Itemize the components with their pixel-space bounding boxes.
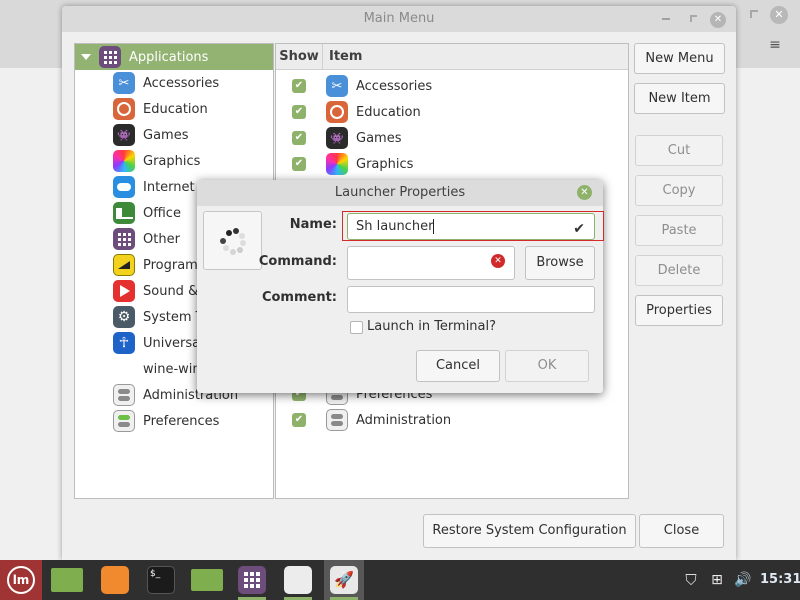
toggle-switches-icon <box>326 409 348 431</box>
table-header: Show Item <box>276 44 628 70</box>
grid-icon <box>113 228 135 250</box>
copy-button[interactable]: Copy <box>635 175 723 206</box>
dialog-titlebar[interactable]: Launcher Properties <box>197 180 603 206</box>
launch-in-terminal-checkbox[interactable] <box>350 321 363 334</box>
launcher-properties-taskbar-item[interactable]: 🚀 <box>324 560 364 600</box>
column-header-item[interactable]: Item <box>329 44 362 70</box>
window-titlebar[interactable]: Main Menu <box>62 6 736 32</box>
cloud-icon <box>113 176 135 198</box>
tree-item[interactable]: Graphics <box>75 148 273 174</box>
launcher-icon-button[interactable] <box>203 211 262 270</box>
ok-button[interactable]: OK <box>505 350 589 382</box>
table-row[interactable]: ✔ Education <box>276 99 628 125</box>
ruler-icon <box>113 254 135 276</box>
terminal-icon: $_ <box>147 566 175 594</box>
blank-icon <box>113 358 135 380</box>
dialog-close-button[interactable]: ✕ <box>577 185 592 200</box>
close-window-button[interactable]: ✕ <box>710 12 726 28</box>
rocket-icon: 🚀 <box>330 566 358 594</box>
cancel-button[interactable]: Cancel <box>416 350 500 382</box>
play-icon <box>113 280 135 302</box>
name-label: Name: <box>289 217 337 232</box>
gear-icon: ⚙ <box>113 306 135 328</box>
invader-icon: 👾 <box>326 127 348 149</box>
education-icon <box>326 101 348 123</box>
tree-item-applications[interactable]: Applications <box>75 44 273 70</box>
close-button[interactable]: Close <box>639 514 724 548</box>
expander-arrow-icon[interactable] <box>81 54 91 60</box>
clock[interactable]: 15:31 <box>760 572 800 587</box>
tree-item[interactable]: 👾 Games <box>75 122 273 148</box>
taskbar: lm $_ 🚀 ⛉ ⊞ 🔊 <box>0 560 800 600</box>
document-icon <box>113 202 135 224</box>
terminal-launcher[interactable]: $_ <box>144 560 178 600</box>
restore-system-configuration-button[interactable]: Restore System Configuration <box>423 514 636 548</box>
column-header-show[interactable]: Show <box>276 44 323 70</box>
tree-item[interactable]: ✂ Accessories <box>75 70 273 96</box>
delete-button[interactable]: Delete <box>635 255 723 286</box>
network-icon[interactable]: ⊞ <box>708 560 726 600</box>
education-icon <box>113 98 135 120</box>
main-menu-taskbar-item[interactable] <box>232 560 272 600</box>
firefox-launcher[interactable] <box>98 560 132 600</box>
notes-taskbar-item[interactable] <box>278 560 318 600</box>
tree-item[interactable]: Preferences <box>75 408 273 434</box>
scissors-icon: ✂ <box>113 72 135 94</box>
launcher-properties-dialog: Launcher Properties ✕ Name: Sh launcher … <box>197 180 604 393</box>
applications-grid-icon <box>238 566 266 594</box>
error-icon: ✕ <box>491 254 505 268</box>
tree-item[interactable]: Education <box>75 96 273 122</box>
command-field[interactable]: ✕ <box>347 246 515 280</box>
comment-label: Comment: <box>261 290 337 305</box>
comment-field[interactable] <box>347 286 595 313</box>
toggle-switches-green-icon <box>113 410 135 432</box>
update-manager-shield-icon[interactable]: ⛉ <box>682 560 700 600</box>
show-checkbox[interactable]: ✔ <box>292 79 306 93</box>
volume-icon[interactable]: 🔊 <box>734 560 752 600</box>
invader-icon: 👾 <box>113 124 135 146</box>
launch-in-terminal-label[interactable]: Launch in Terminal? <box>367 319 496 334</box>
desktop-icon <box>51 568 83 592</box>
minimize-button[interactable] <box>662 18 670 20</box>
show-checkbox[interactable]: ✔ <box>292 413 306 427</box>
folder-icon <box>191 569 223 591</box>
window-title: Main Menu <box>363 11 435 26</box>
applications-grid-icon <box>99 46 121 68</box>
scissors-icon: ✂ <box>326 75 348 97</box>
table-row[interactable]: ✔ ✂ Accessories <box>276 73 628 99</box>
show-desktop-button[interactable] <box>50 560 84 600</box>
background-close-button[interactable]: ✕ <box>770 6 788 24</box>
list-icon <box>284 566 312 594</box>
browse-button[interactable]: Browse <box>525 246 595 280</box>
properties-button[interactable]: Properties <box>635 295 723 326</box>
maximize-button[interactable] <box>690 15 697 22</box>
color-gradient-icon <box>113 150 135 172</box>
command-label: Command: <box>258 254 337 269</box>
cut-button[interactable]: Cut <box>635 135 723 166</box>
start-menu-button[interactable]: lm <box>0 560 42 600</box>
table-row[interactable]: ✔ Graphics <box>276 151 628 177</box>
background-maximize-icon[interactable] <box>750 10 758 18</box>
table-row[interactable]: ✔ 👾 Games <box>276 125 628 151</box>
new-menu-button[interactable]: New Menu <box>634 43 725 74</box>
show-checkbox[interactable]: ✔ <box>292 131 306 145</box>
show-checkbox[interactable]: ✔ <box>292 105 306 119</box>
color-gradient-icon <box>326 153 348 175</box>
dialog-title: Launcher Properties <box>334 185 466 200</box>
new-item-button[interactable]: New Item <box>634 83 725 114</box>
loading-spinner-icon <box>220 228 246 255</box>
firefox-icon <box>101 566 129 594</box>
linux-mint-logo-icon: lm <box>7 566 35 594</box>
accessibility-icon: ☥ <box>113 332 135 354</box>
table-row[interactable]: ✔ Administration <box>276 407 628 433</box>
show-checkbox[interactable]: ✔ <box>292 157 306 171</box>
highlight-annotation <box>342 211 604 241</box>
files-launcher[interactable] <box>189 560 225 600</box>
hamburger-menu-icon[interactable]: ≡ <box>768 38 782 52</box>
toggle-switches-icon <box>113 384 135 406</box>
paste-button[interactable]: Paste <box>635 215 723 246</box>
